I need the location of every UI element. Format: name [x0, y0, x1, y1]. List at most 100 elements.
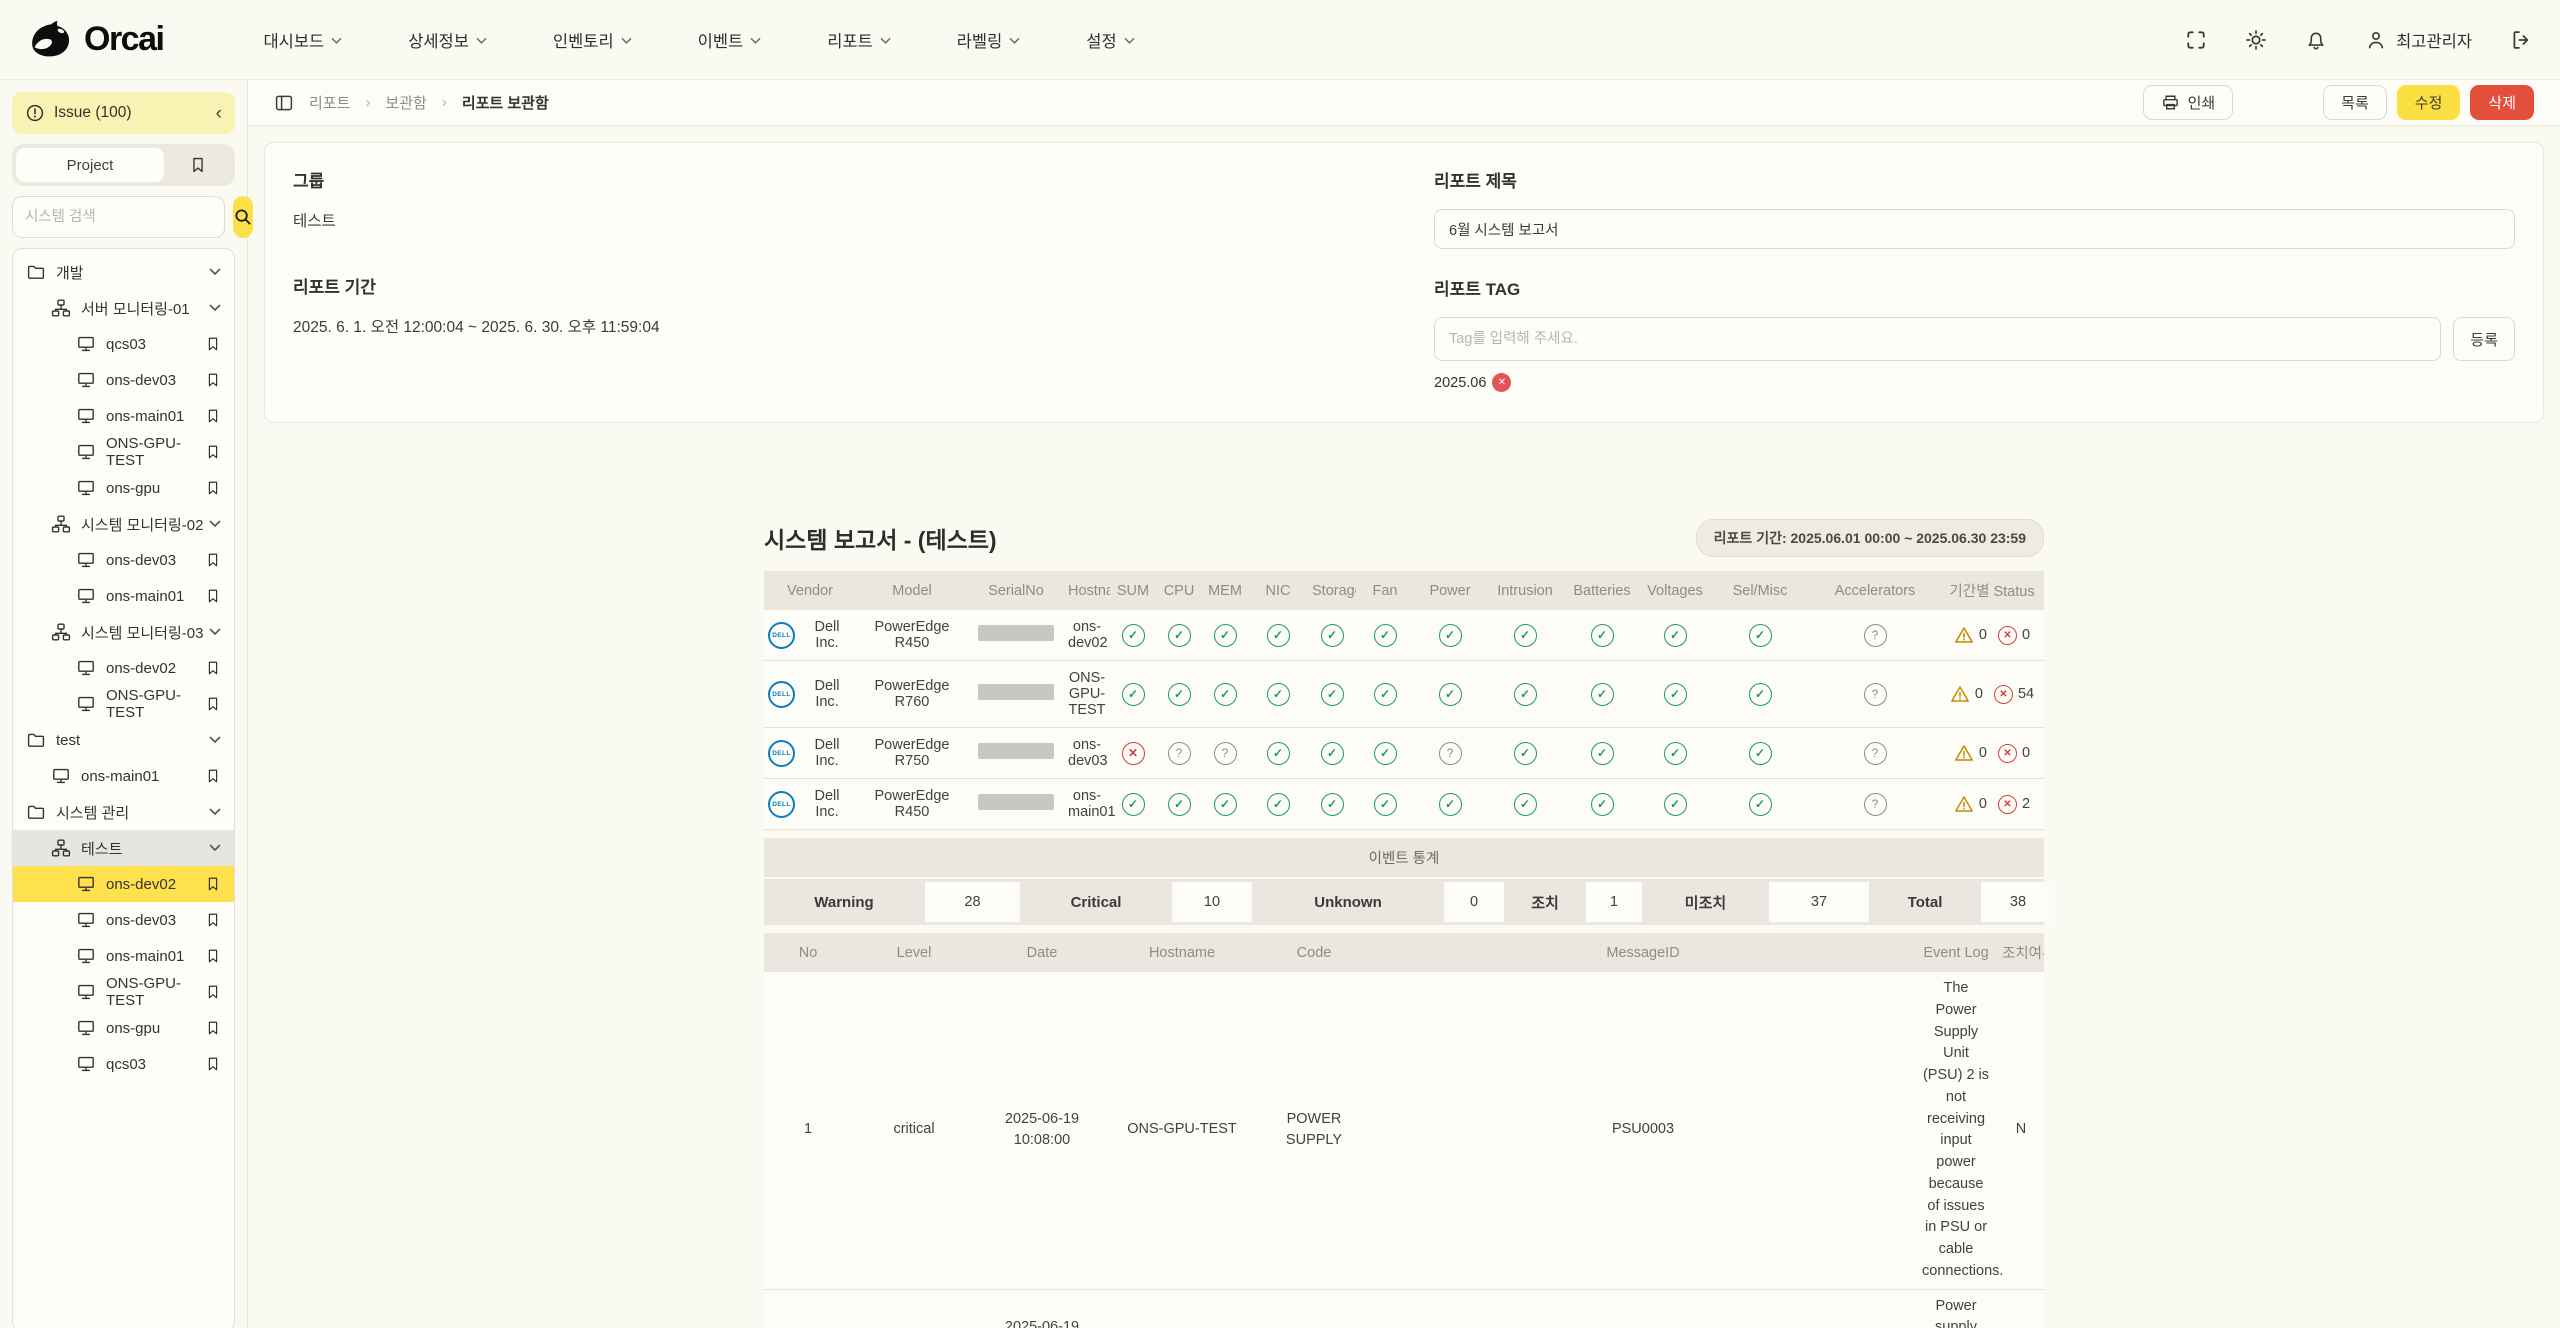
nav-menu-item[interactable]: 리포트 [827, 28, 891, 52]
bookmark-icon[interactable] [205, 767, 221, 785]
notification-bell-icon[interactable] [2305, 29, 2327, 51]
tree-item[interactable]: 개발 [13, 254, 234, 290]
sitemap-icon [51, 622, 71, 642]
nav-menu-item[interactable]: 라벨링 [957, 28, 1021, 52]
tree-item[interactable]: ons-dev03 [13, 362, 234, 398]
tree-item[interactable]: ONS-GPU-TEST [13, 686, 234, 722]
tree-item[interactable]: ons-gpu [13, 470, 234, 506]
bookmark-icon[interactable] [205, 407, 221, 425]
print-button[interactable]: 인쇄 [2143, 85, 2234, 120]
tab-bookmarks[interactable] [164, 155, 231, 175]
chevron-down-icon[interactable] [209, 520, 221, 528]
bookmark-icon[interactable] [205, 443, 221, 461]
ok-status-icon: ✓ [1267, 683, 1290, 706]
bookmark-icon[interactable] [205, 695, 221, 713]
brand-logo[interactable]: Orcai [28, 20, 163, 60]
fail-status-icon: ✕ [1122, 742, 1145, 765]
event-row[interactable]: 2 critical 2025-06-1910:07:57 ONS-GPU-TE… [764, 1289, 2044, 1328]
system-row[interactable]: DELLDell Inc. PowerEdge R450 ons-main01 … [764, 779, 2044, 830]
events-table: NoLevelDateHostnameCodeMessageIDEvent Lo… [764, 933, 2044, 1328]
bookmark-icon[interactable] [205, 335, 221, 353]
bookmark-icon[interactable] [205, 371, 221, 389]
system-row[interactable]: DELLDell Inc. PowerEdge R750 ons-dev03 ✕… [764, 728, 2044, 779]
tree-item[interactable]: ons-dev03 [13, 542, 234, 578]
tree-item[interactable]: 테스트 [13, 830, 234, 866]
report-title-input[interactable] [1434, 209, 2515, 249]
nav-menu-item[interactable]: 이벤트 [698, 28, 762, 52]
tree-item[interactable]: ons-dev02 [13, 866, 234, 902]
nav-menu-item[interactable]: 설정 [1086, 28, 1134, 52]
tab-project[interactable]: Project [16, 148, 164, 182]
system-search-input[interactable] [12, 196, 225, 238]
chevron-down-icon[interactable] [209, 808, 221, 816]
ok-status-icon: ✓ [1591, 683, 1614, 706]
chevron-down-icon[interactable] [209, 844, 221, 852]
system-row[interactable]: DELLDell Inc. PowerEdge R450 ons-dev02 ✓… [764, 610, 2044, 661]
nav-menu-item[interactable]: 상세정보 [408, 28, 487, 52]
tree-item[interactable]: ONS-GPU-TEST [13, 974, 234, 1010]
nav-menu-item[interactable]: 인벤토리 [553, 28, 632, 52]
tree-item[interactable]: ons-dev02 [13, 650, 234, 686]
issue-button[interactable]: Issue (100) ‹ [12, 92, 235, 134]
chevron-down-icon[interactable] [209, 304, 221, 312]
tree-item[interactable]: ons-main01 [13, 938, 234, 974]
tree-item[interactable]: ONS-GPU-TEST [13, 434, 234, 470]
tree-item[interactable]: 시스템 관리 [13, 794, 234, 830]
chevron-down-icon[interactable] [209, 736, 221, 744]
tree-item[interactable]: 시스템 모니터링-02 [13, 506, 234, 542]
breadcrumb-archive[interactable]: 보관함 [385, 92, 426, 113]
chevron-down-icon[interactable] [209, 628, 221, 636]
bookmark-icon[interactable] [205, 1055, 221, 1073]
tree-item[interactable]: ons-main01 [13, 578, 234, 614]
bookmark-icon[interactable] [205, 551, 221, 569]
system-row[interactable]: DELLDell Inc. PowerEdge R760 ONS-GPU-TES… [764, 661, 2044, 728]
remove-tag-icon[interactable]: ✕ [1492, 373, 1511, 392]
systems-table-header: VendorModelSerialNoHostnameSUMCPUMEMNICS… [764, 571, 2044, 610]
tree-item[interactable]: qcs03 [13, 1046, 234, 1082]
fullscreen-icon[interactable] [2185, 29, 2207, 51]
tree-item[interactable]: ons-main01 [13, 758, 234, 794]
tree-item-label: qcs03 [106, 336, 146, 353]
systems-column-header: CPU [1156, 571, 1202, 610]
collapse-sidebar-icon[interactable]: ‹ [216, 104, 222, 123]
tree-item[interactable]: ons-gpu [13, 1010, 234, 1046]
nav-menu-item[interactable]: 대시보드 [263, 28, 342, 52]
bookmark-icon[interactable] [205, 947, 221, 965]
user-menu[interactable]: 최고관리자 [2365, 28, 2472, 52]
event-date: 2025-06-19 [984, 1109, 1100, 1131]
list-button[interactable]: 목록 [2323, 85, 2387, 120]
theme-sun-icon[interactable] [2245, 29, 2267, 51]
delete-button[interactable]: 삭제 [2470, 85, 2534, 120]
bookmark-icon[interactable] [205, 983, 221, 1001]
event-row[interactable]: 1 critical 2025-06-1910:08:00 ONS-GPU-TE… [764, 972, 2044, 1289]
tree-item[interactable]: ons-main01 [13, 398, 234, 434]
tree-item-label: 시스템 모니터링-03 [81, 622, 203, 643]
tree-item[interactable]: ons-dev03 [13, 902, 234, 938]
bookmark-icon[interactable] [205, 1019, 221, 1037]
tree-item[interactable]: test [13, 722, 234, 758]
event-level: critical [852, 972, 976, 1289]
panel-toggle-icon[interactable] [274, 93, 294, 113]
chevron-down-icon[interactable] [209, 268, 221, 276]
tag-input[interactable] [1434, 317, 2441, 361]
systems-column-header: SUM [1110, 571, 1156, 610]
tree-item-label: 서버 모니터링-01 [81, 298, 190, 319]
register-tag-button[interactable]: 등록 [2453, 317, 2515, 361]
tree-item[interactable]: 시스템 모니터링-03 [13, 614, 234, 650]
bookmark-icon[interactable] [205, 875, 221, 893]
tree-item[interactable]: qcs03 [13, 326, 234, 362]
tree-item-label: ons-dev03 [106, 912, 176, 929]
bookmark-icon[interactable] [205, 911, 221, 929]
logout-icon[interactable] [2510, 29, 2532, 51]
bookmark-icon[interactable] [205, 659, 221, 677]
ok-status-icon: ✓ [1122, 683, 1145, 706]
sidebar-mode-toggle: Project [12, 144, 235, 186]
breadcrumb-report[interactable]: 리포트 [309, 92, 350, 113]
edit-button[interactable]: 수정 [2397, 85, 2461, 120]
systems-table: VendorModelSerialNoHostnameSUMCPUMEMNICS… [764, 571, 2044, 830]
bookmark-icon[interactable] [205, 479, 221, 497]
model-name: PowerEdge R750 [856, 728, 968, 779]
tree-item[interactable]: 서버 모니터링-01 [13, 290, 234, 326]
bookmark-icon[interactable] [205, 587, 221, 605]
top-navbar: Orcai 대시보드 상세정보 인벤토리 [0, 0, 2560, 80]
